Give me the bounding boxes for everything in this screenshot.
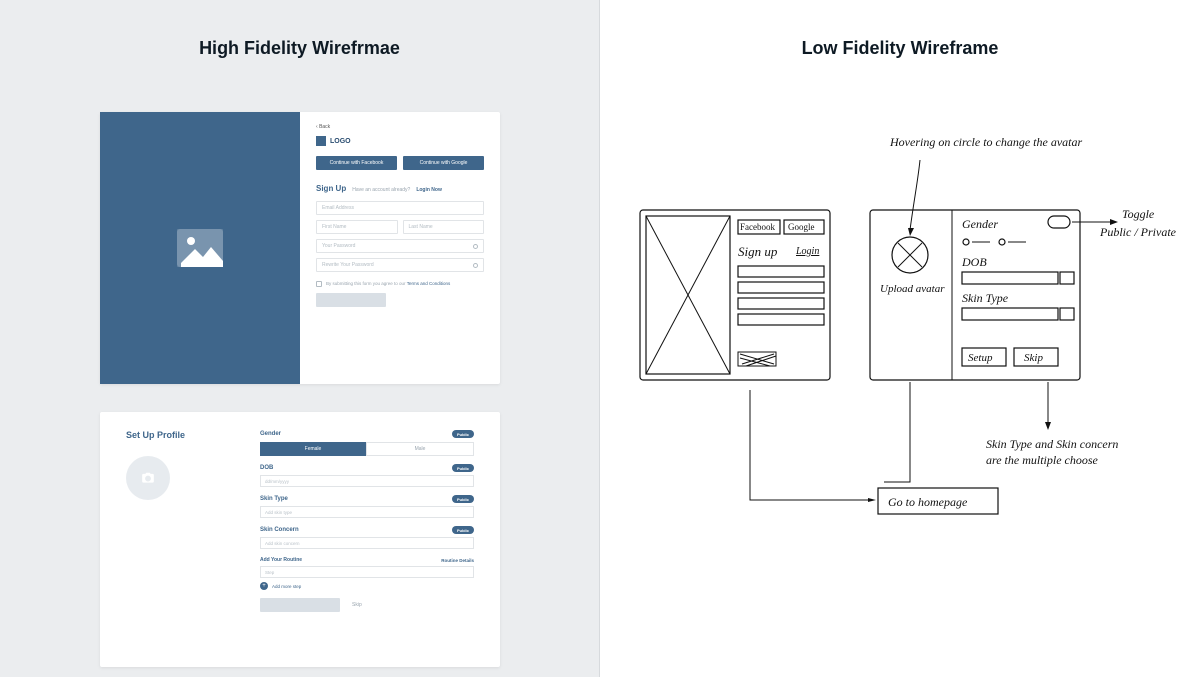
sketch-dob: DOB [961,255,987,269]
high-fidelity-panel: High Fidelity Wirefrmae Back LOGO Contin… [0,0,600,677]
password-field[interactable]: Your Password [316,239,484,253]
sketch-facebook: Facebook [740,222,775,232]
skin-type-field[interactable]: Add skin type [260,506,474,518]
signup-heading: Sign Up [316,184,346,193]
sketch-go-home: Go to homepage [888,495,968,509]
skin-concern-field[interactable]: Add skin concern [260,537,474,549]
sketch-skip: Skip [1024,352,1043,364]
signup-form: Back LOGO Continue with Facebook Continu… [300,112,500,384]
gender-public-toggle[interactable]: Public [452,430,474,438]
skin-concern-public-toggle[interactable]: Public [452,526,474,534]
sketch-signup-label: Sign up [738,244,778,259]
add-step-button[interactable]: + Add more step [260,582,474,590]
logo-icon [316,136,326,146]
first-name-field[interactable]: First Name [316,220,398,234]
dob-field[interactable]: dd/mm/yyyy [260,475,474,487]
sketch-skin-type: Skin Type [962,291,1009,305]
image-placeholder-panel [100,112,300,384]
routine-detail-link[interactable]: Routine Details [441,558,474,563]
login-now-link[interactable]: Login Now [416,187,442,193]
facebook-button[interactable]: Continue with Facebook [316,156,397,170]
sketch-signup-card: Facebook Google Sign up Login [640,210,830,380]
gender-male[interactable]: Male [366,442,474,456]
routine-label: Add Your Routine [260,557,302,563]
left-title: High Fidelity Wirefrmae [0,38,599,59]
logo: LOGO [316,136,484,146]
terms-link[interactable]: Terms and Conditions [407,281,451,286]
skip-link[interactable]: Skip [352,602,362,608]
avatar-upload[interactable] [126,456,170,500]
signup-card: Back LOGO Continue with Facebook Continu… [100,112,500,384]
eye-icon[interactable] [473,244,478,249]
password-placeholder: Your Password [322,243,355,249]
back-link[interactable]: Back [316,124,484,130]
sketch-toggle-1: Toggle [1122,207,1155,221]
profile-card: Set Up Profile Gender Public Female Male… [100,412,500,667]
terms-row: By submitting this form you agree to our… [316,281,484,287]
password-confirm-field[interactable]: Rewrite Your Password [316,258,484,272]
terms-checkbox[interactable] [316,281,322,287]
setup-button[interactable] [260,598,340,612]
skin-concern-label: Skin Concern [260,527,299,533]
skin-type-label: Skin Type [260,496,288,502]
sketch-profile-card: Upload avatar Gender DOB Skin Type Setup [870,210,1080,380]
eye-icon[interactable] [473,263,478,268]
signup-submit-button[interactable] [316,293,386,307]
routine-step-field[interactable]: Step [260,566,474,578]
logo-text: LOGO [330,138,351,145]
image-placeholder-icon [177,229,223,267]
sketch-gender: Gender [962,217,998,231]
dob-label: DOB [260,465,273,471]
email-field[interactable]: Email Address [316,201,484,215]
sketch-toggle-2: Public / Private [1099,225,1177,239]
sketch-hover-note: Hovering on circle to change the avatar [889,135,1083,149]
camera-icon [141,471,155,485]
password-confirm-placeholder: Rewrite Your Password [322,262,374,268]
dob-public-toggle[interactable]: Public [452,464,474,472]
have-account-text: Have an account already? [352,187,410,193]
skin-type-public-toggle[interactable]: Public [452,495,474,503]
sketch-login-label: Login [795,246,819,257]
sketch-setup: Setup [968,352,993,364]
sketch-google: Google [788,222,815,232]
plus-icon: + [260,582,268,590]
last-name-field[interactable]: Last Name [403,220,485,234]
right-title: Low Fidelity Wireframe [600,38,1200,59]
add-step-label: Add more step [272,584,301,589]
sketch-multi-1: Skin Type and Skin concern [986,437,1118,451]
sketch-upload-avatar: Upload avatar [880,283,945,295]
terms-text: By submitting this form you agree to our [326,281,406,286]
gender-female[interactable]: Female [260,442,366,456]
google-button[interactable]: Continue with Google [403,156,484,170]
gender-label: Gender [260,431,281,437]
sketch-canvas: Facebook Google Sign up Login [600,90,1200,650]
profile-title: Set Up Profile [126,430,236,440]
sketch-multi-2: are the multiple choose [986,453,1099,467]
low-fidelity-panel: Low Fidelity Wireframe Facebook Google S… [600,0,1200,677]
gender-segmented[interactable]: Female Male [260,442,474,456]
